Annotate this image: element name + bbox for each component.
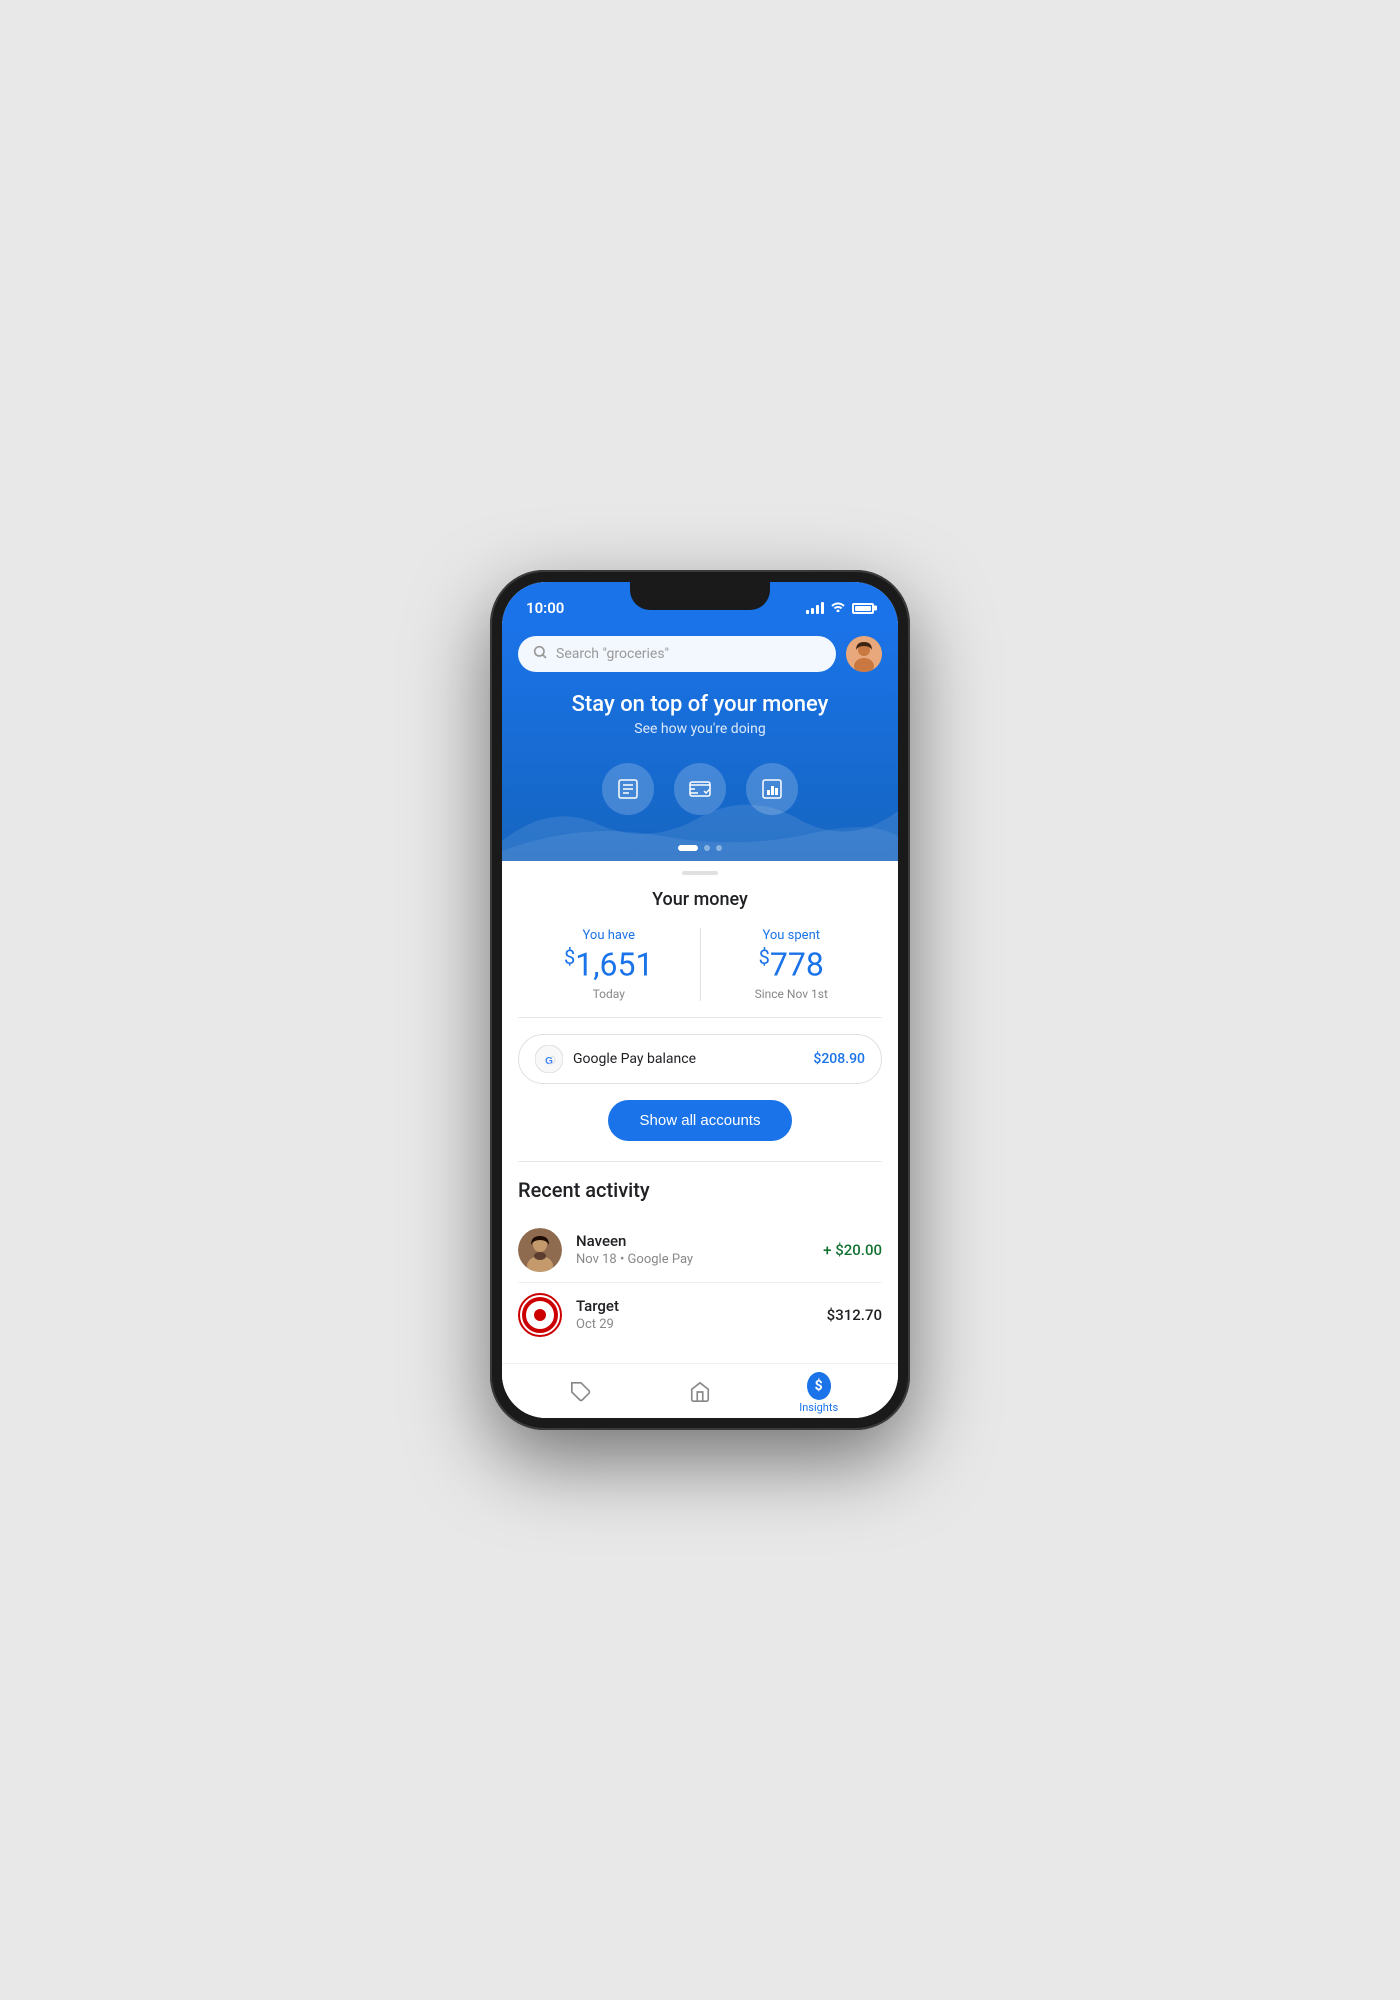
target-info: Target Oct 29 [576,1297,813,1332]
money-grid: You have $1,651 Today You spent $778 Sin… [518,928,882,1018]
target-logo [518,1293,562,1337]
naveen-avatar [518,1228,562,1272]
gpay-logo: G [535,1045,563,1073]
target-amount: $312.70 [827,1306,882,1324]
hero-section: Stay on top of your money See how you're… [518,692,882,751]
recent-activity-title: Recent activity [518,1178,882,1202]
naveen-name: Naveen [576,1232,809,1250]
transactions-button[interactable] [602,763,654,815]
carousel-dots [518,845,882,861]
nav-item-insights[interactable]: $ Insights [759,1374,878,1414]
you-have-dollar: $ [564,945,575,969]
you-have-label: You have [528,928,690,943]
phone-screen: 10:00 [502,582,898,1418]
tag-icon [569,1380,593,1404]
notch [630,582,770,610]
you-have-amount: $1,651 [528,947,690,983]
header-blue: Search "groceries" Stay on top of your m… [502,626,898,861]
phone-device: 10:00 [490,570,910,1430]
google-pay-balance-row[interactable]: G Google Pay balance $208.90 [518,1034,882,1084]
search-icon [532,644,548,664]
cards-button[interactable] [674,763,726,815]
wifi-icon [830,600,846,616]
show-all-accounts-button[interactable]: Show all accounts [608,1100,793,1141]
drag-handle [682,871,718,875]
balance-left: G Google Pay balance [535,1045,696,1073]
activity-item-target[interactable]: Target Oct 29 $312.70 [502,1283,898,1347]
hero-title: Stay on top of your money [528,692,872,717]
you-have-value: 1,651 [575,946,653,984]
signal-icon [806,602,824,614]
status-time: 10:00 [526,599,564,617]
battery-icon [852,603,874,614]
you-spent-dollar: $ [759,945,770,969]
avatar[interactable] [846,636,882,672]
search-placeholder: Search "groceries" [556,646,669,662]
home-icon [688,1380,712,1404]
naveen-info: Naveen Nov 18 • Google Pay [576,1232,809,1267]
naveen-amount: + $20.00 [823,1241,882,1259]
insights-nav-icon: $ [807,1374,831,1398]
hero-subtitle: See how you're doing [528,721,872,737]
your-money-title: Your money [502,889,898,910]
target-name: Target [576,1297,813,1315]
target-detail: Oct 29 [576,1317,813,1332]
dot-3 [716,845,722,851]
naveen-detail: Nov 18 • Google Pay [576,1252,809,1267]
activity-item-naveen[interactable]: Naveen Nov 18 • Google Pay + $20.00 [502,1218,898,1282]
search-bar[interactable]: Search "groceries" [518,636,836,672]
you-spent-cell: You spent $778 Since Nov 1st [700,928,883,1001]
bottom-nav: $ Insights [502,1363,898,1418]
status-icons [806,600,874,616]
you-have-cell: You have $1,651 Today [518,928,700,1001]
insights-button[interactable] [746,763,798,815]
you-spent-period: Since Nov 1st [711,987,873,1001]
dot-1 [678,845,698,851]
you-have-period: Today [528,987,690,1001]
nav-item-home[interactable] [641,1380,760,1407]
svg-text:G: G [545,1056,553,1067]
balance-name: Google Pay balance [573,1051,696,1067]
nav-item-pay[interactable] [522,1380,641,1407]
action-icons-row [518,751,882,845]
you-spent-label: You spent [711,928,873,943]
nav-insights-label: Insights [799,1401,838,1414]
balance-amount: $208.90 [813,1051,865,1067]
you-spent-amount: $778 [711,947,873,983]
you-spent-value: 778 [770,946,824,984]
dot-2 [704,845,710,851]
section-divider [518,1161,882,1162]
content-area: Your money You have $1,651 Today You spe… [502,861,898,1418]
search-row: Search "groceries" [518,636,882,672]
